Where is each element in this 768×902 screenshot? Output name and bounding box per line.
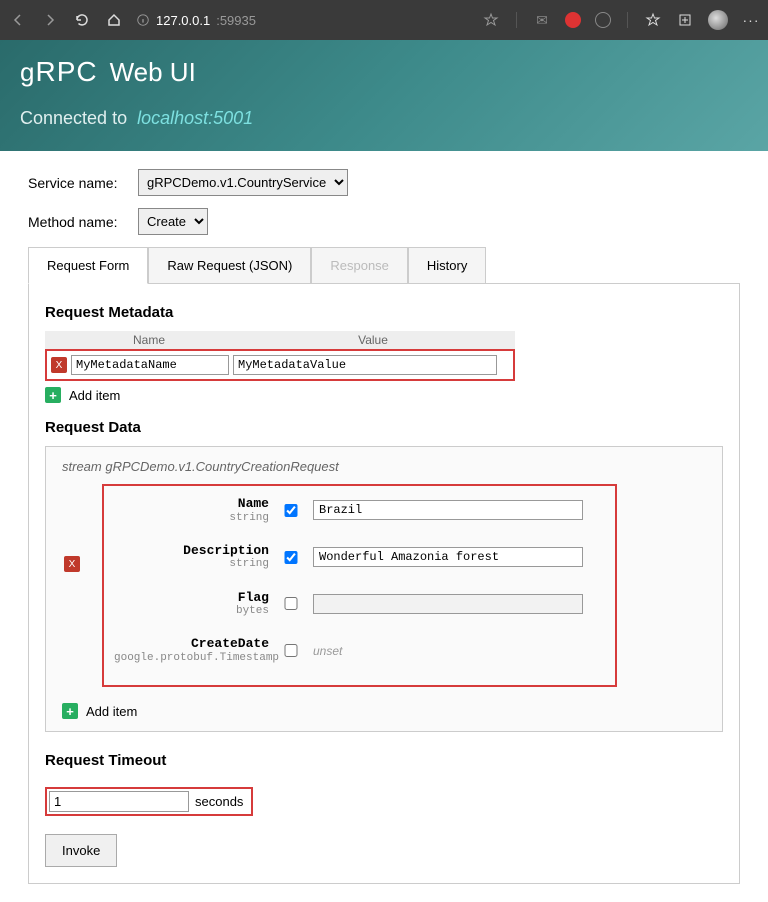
- field-row-description: Descriptionstring: [114, 543, 605, 572]
- browser-toolbar: 127.0.0.1 :59935 ✉ ···: [0, 0, 768, 40]
- metadata-add-label: Add item: [69, 388, 120, 403]
- field-row-createdate: CreateDategoogle.protobuf.Timestamp unse…: [114, 636, 605, 665]
- tabs: Request Form Raw Request (JSON) Response…: [28, 247, 740, 284]
- connected-host: localhost:5001: [137, 108, 253, 128]
- forward-icon[interactable]: [40, 10, 60, 30]
- field-createdate-checkbox[interactable]: [283, 644, 299, 657]
- collections-icon[interactable]: [676, 11, 694, 29]
- tab-raw-request[interactable]: Raw Request (JSON): [148, 247, 311, 283]
- method-name-select[interactable]: Create: [138, 208, 208, 235]
- extension-red-icon[interactable]: [565, 12, 581, 28]
- url-port: :59935: [216, 13, 256, 28]
- fields-box: X Namestring Descriptionstring Flagbytes: [102, 484, 617, 687]
- metadata-col-value: Value: [231, 331, 515, 349]
- data-section-title: Request Data: [45, 419, 723, 436]
- metadata-name-input[interactable]: [71, 355, 229, 375]
- field-createdate-unset: unset: [313, 644, 342, 658]
- invoke-button[interactable]: Invoke: [45, 834, 117, 867]
- field-row-name: Namestring: [114, 496, 605, 525]
- mail-icon[interactable]: ✉: [533, 11, 551, 29]
- connection-status: Connected to localhost:5001: [20, 108, 748, 129]
- stream-type-title: stream gRPCDemo.v1.CountryCreationReques…: [62, 459, 706, 474]
- service-name-select[interactable]: gRPCDemo.v1.CountryService: [138, 169, 348, 196]
- service-name-label: Service name:: [28, 175, 138, 191]
- browser-icons-right: ✉ ···: [482, 10, 760, 30]
- field-description-checkbox[interactable]: [283, 551, 299, 564]
- timeout-unit: seconds: [189, 794, 249, 809]
- separator: [516, 12, 517, 28]
- request-data-box: stream gRPCDemo.v1.CountryCreationReques…: [45, 446, 723, 732]
- tab-response: Response: [311, 247, 408, 283]
- address-bar[interactable]: 127.0.0.1 :59935: [136, 13, 470, 28]
- extension-gray-icon[interactable]: [595, 12, 611, 28]
- metadata-table: X: [45, 349, 515, 381]
- separator: [627, 12, 628, 28]
- field-description-input[interactable]: [313, 547, 583, 567]
- url-host: 127.0.0.1: [156, 13, 210, 28]
- data-add-button[interactable]: +: [62, 703, 78, 719]
- metadata-row: X: [49, 353, 511, 377]
- tab-history[interactable]: History: [408, 247, 486, 283]
- metadata-delete-button[interactable]: X: [51, 357, 67, 373]
- field-row-flag: Flagbytes: [114, 590, 605, 619]
- info-icon: [136, 13, 150, 27]
- refresh-icon[interactable]: [72, 10, 92, 30]
- more-icon[interactable]: ···: [742, 11, 760, 29]
- timeout-box: seconds: [45, 787, 253, 816]
- field-name-input[interactable]: [313, 500, 583, 520]
- request-form-panel: Request Metadata Name Value X + Add item…: [28, 284, 740, 884]
- data-add-label: Add item: [86, 704, 137, 719]
- home-icon[interactable]: [104, 10, 124, 30]
- metadata-section-title: Request Metadata: [45, 304, 723, 321]
- back-icon[interactable]: [8, 10, 28, 30]
- timeout-input[interactable]: [49, 791, 189, 812]
- star-icon[interactable]: [482, 11, 500, 29]
- app-subtitle: Web UI: [110, 57, 196, 88]
- profile-avatar-icon[interactable]: [708, 10, 728, 30]
- metadata-col-name: Name: [67, 331, 231, 349]
- field-flag-checkbox[interactable]: [283, 597, 299, 610]
- metadata-value-input[interactable]: [233, 355, 497, 375]
- app-header: gRPC Web UI Connected to localhost:5001: [0, 40, 768, 151]
- method-name-label: Method name:: [28, 214, 138, 230]
- data-item-delete-button[interactable]: X: [64, 556, 80, 572]
- tab-request-form[interactable]: Request Form: [28, 247, 148, 284]
- timeout-section-title: Request Timeout: [45, 752, 723, 769]
- field-flag-input[interactable]: [313, 594, 583, 614]
- favorites-icon[interactable]: [644, 11, 662, 29]
- app-logo: gRPC: [20, 56, 98, 88]
- field-name-checkbox[interactable]: [283, 504, 299, 517]
- metadata-add-button[interactable]: +: [45, 387, 61, 403]
